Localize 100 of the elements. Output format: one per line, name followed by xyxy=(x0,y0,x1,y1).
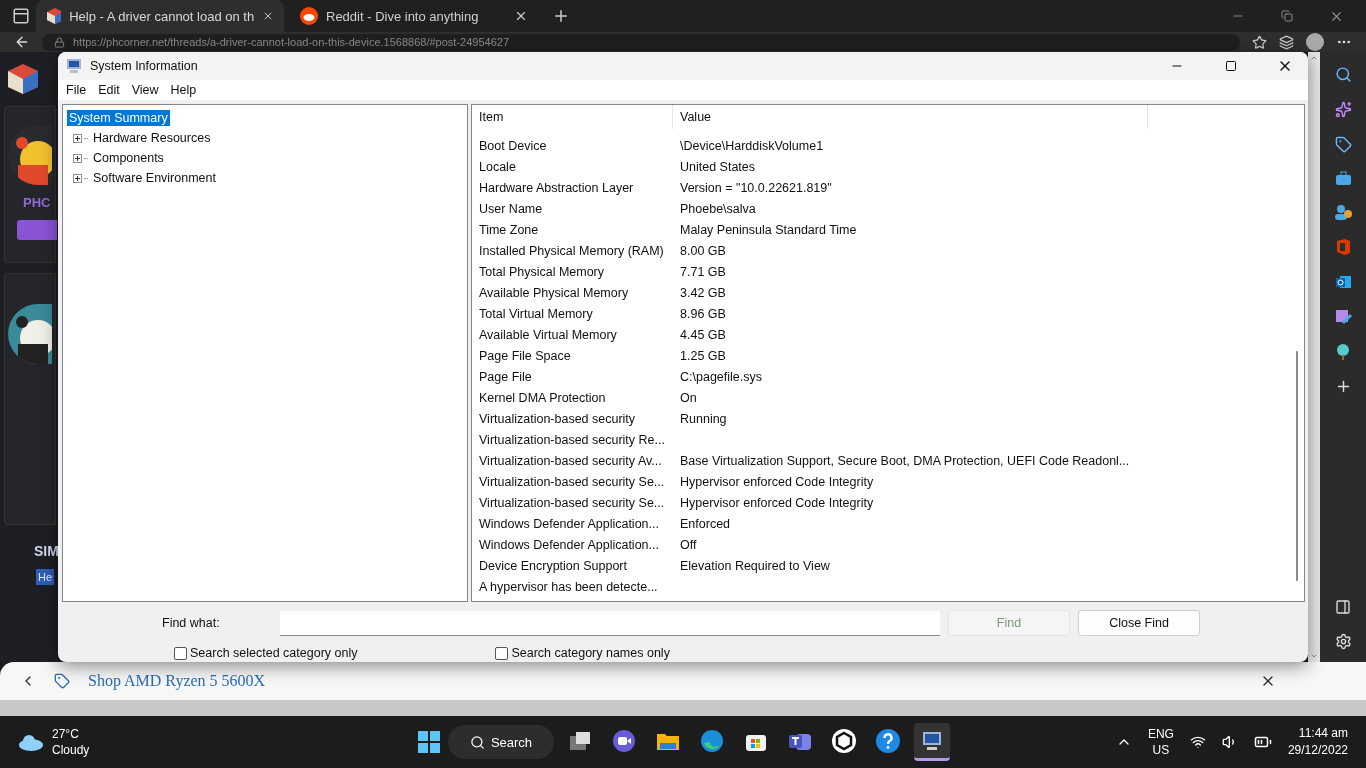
close-find-button[interactable]: Close Find xyxy=(1078,610,1200,636)
cube-icon xyxy=(46,7,62,25)
edge-browser-icon xyxy=(700,728,724,753)
language[interactable]: ENG xyxy=(1147,726,1174,742)
menu-item[interactable]: View xyxy=(125,83,165,97)
column-header[interactable]: Value xyxy=(673,105,1148,129)
overlapping-windows-icon xyxy=(568,729,592,752)
table-cell-text: Page File xyxy=(478,369,533,384)
taskbar-search[interactable]: Search xyxy=(448,725,554,759)
lock-icon xyxy=(54,36,65,48)
temperature: 27°C xyxy=(52,726,80,742)
table-cell-text: Windows Defender Application... xyxy=(478,516,660,531)
menu-item[interactable]: Help xyxy=(164,83,203,97)
tree-item[interactable]: Software Environment xyxy=(91,170,218,186)
column-header[interactable]: Item xyxy=(472,105,673,129)
clock-time[interactable]: 11:44 am xyxy=(1298,725,1348,742)
table-cell-text: Total Virtual Memory xyxy=(478,306,594,321)
table-cell-text: Virtualization-based security Av... xyxy=(478,453,663,468)
expand-icon[interactable] xyxy=(73,173,82,183)
table-cell-text: Enforced xyxy=(679,516,731,531)
address-bar[interactable]: https://phcorner.net/threads/a-driver-cannot-load-on-this-device.1568868/#post-24954627 xyxy=(42,33,1240,51)
section-title: SIM xyxy=(34,543,59,559)
table-cell-text: \Device\HarddiskVolume1 xyxy=(679,138,824,153)
table-cell-text: Kernel DMA Protection xyxy=(478,390,607,405)
tree-item[interactable]: System Summary xyxy=(67,110,170,126)
table-cell-text: Running xyxy=(679,411,727,426)
monitor-icon xyxy=(66,58,82,74)
table-cell-text: Boot Device xyxy=(478,138,548,153)
table-cell-text: Phoebe\salva xyxy=(679,201,756,216)
table-cell-text: Locale xyxy=(478,159,517,174)
restore-icon[interactable] xyxy=(1281,10,1293,22)
table-cell-text: Device Encryption Support xyxy=(478,558,628,573)
table-cell-text: 8.00 GB xyxy=(679,243,726,258)
weather-condition: Cloudy xyxy=(52,742,90,758)
search-icon[interactable] xyxy=(1334,66,1352,83)
tab-actions-icon[interactable] xyxy=(12,7,30,25)
sidebar-toggle-icon[interactable] xyxy=(1335,599,1351,615)
avatar-icon[interactable] xyxy=(1306,33,1324,51)
table-cell-text: Virtualization-based security Re... xyxy=(478,432,666,447)
tree-item[interactable]: Hardware Resources xyxy=(91,130,213,146)
tag-icon xyxy=(54,673,70,689)
star-icon[interactable] xyxy=(1252,34,1267,50)
browser-tab[interactable]: Reddit - Dive into anything xyxy=(290,0,538,32)
alien-icon xyxy=(300,7,318,25)
tree-icon[interactable] xyxy=(1335,343,1351,360)
table-cell-text: 3.42 GB xyxy=(679,285,726,300)
browser-tab[interactable]: Help - A driver cannot load on th xyxy=(36,0,284,32)
mail-icon[interactable] xyxy=(1334,274,1352,290)
menu-item[interactable]: File xyxy=(60,83,93,97)
scroll-up-icon[interactable] xyxy=(1310,54,1318,62)
find-field[interactable] xyxy=(280,610,940,636)
window-title: System Information xyxy=(90,59,199,73)
table-cell-text: Virtualization-based security Se... xyxy=(478,474,666,489)
table-cell-text: Hypervisor enforced Code Integrity xyxy=(679,474,874,489)
settings-icon[interactable] xyxy=(1334,633,1352,650)
sparkle-icon[interactable] xyxy=(1334,101,1352,118)
table-cell-text: Off xyxy=(679,537,697,552)
table-cell-text: On xyxy=(679,390,697,405)
table-cell-text: 4.45 GB xyxy=(679,327,726,342)
shopping-link[interactable]: Shop AMD Ryzen 5 5600X xyxy=(88,672,1242,690)
table-cell-text: Total Physical Memory xyxy=(478,264,606,279)
checkbox[interactable] xyxy=(174,646,187,660)
horizontal-scrollbar[interactable] xyxy=(0,700,1366,716)
table-cell-text: User Name xyxy=(478,201,544,216)
table-cell-text: A hypervisor has been detecte... xyxy=(478,579,659,594)
table-cell-text: Time Zone xyxy=(478,222,540,237)
cube-icon xyxy=(6,62,40,96)
clock-date[interactable]: 29/12/2022 xyxy=(1287,742,1348,759)
scrollbar-thumb[interactable] xyxy=(1296,351,1298,581)
checkbox[interactable] xyxy=(495,646,509,660)
table-cell-text: Elevation Required to View xyxy=(679,558,830,573)
table-cell-text: 8.96 GB xyxy=(679,306,726,321)
page-scrollbar[interactable] xyxy=(1308,52,1320,662)
image-edit-icon[interactable] xyxy=(1334,308,1352,325)
table-cell-text: 7.71 GB xyxy=(679,264,726,279)
tag-icon[interactable] xyxy=(1334,136,1352,153)
expand-icon[interactable] xyxy=(73,133,82,143)
tree-item[interactable]: Components xyxy=(91,150,166,166)
scroll-down-icon[interactable] xyxy=(1310,652,1318,660)
reply-tag: He xyxy=(36,569,55,585)
table-cell-text: Base Virtualization Support, Secure Boot, DMA Protection, UEFI Code Readonl... xyxy=(679,453,1130,468)
person-icon[interactable] xyxy=(1334,204,1352,220)
back-icon[interactable] xyxy=(14,34,30,50)
windows-logo-icon[interactable] xyxy=(418,731,440,753)
collections-icon[interactable] xyxy=(1279,34,1294,50)
close-icon[interactable] xyxy=(514,9,528,23)
toolbox-icon[interactable] xyxy=(1334,171,1352,186)
region[interactable]: US xyxy=(1152,742,1170,758)
cloud-icon xyxy=(18,733,44,751)
menu-item[interactable]: Edit xyxy=(92,83,126,97)
expand-icon[interactable] xyxy=(73,153,82,163)
maximize-icon[interactable] xyxy=(1225,60,1237,72)
new-tab-icon[interactable] xyxy=(552,7,570,25)
taskbar-app[interactable] xyxy=(914,723,950,761)
wifi-icon[interactable] xyxy=(1189,734,1206,750)
office-icon[interactable] xyxy=(1335,238,1351,256)
table-cell-text: Installed Physical Memory (RAM) xyxy=(478,243,665,258)
table-cell-text: C:\pagefile.sys xyxy=(679,369,762,384)
table-cell-text: Available Physical Memory xyxy=(478,285,630,300)
table-cell-text: Version = "10.0.22621.819" xyxy=(679,180,832,195)
